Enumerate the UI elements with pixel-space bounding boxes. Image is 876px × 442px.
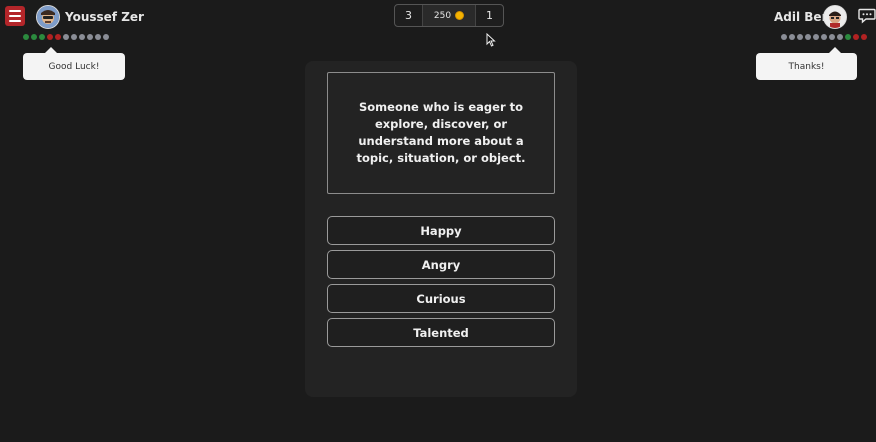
progress-dot-gray — [103, 34, 109, 40]
progress-dot-red — [861, 34, 867, 40]
coin-icon — [455, 11, 465, 20]
progress-dot-green — [845, 34, 851, 40]
progress-dot-gray — [805, 34, 811, 40]
progress-dot-gray — [797, 34, 803, 40]
progress-dot-red — [47, 34, 53, 40]
question-prompt-box: Someone who is eager to explore, discove… — [327, 72, 555, 194]
avatar-left-player — [36, 5, 60, 29]
menu-button[interactable] — [5, 6, 25, 26]
answer-option-curious[interactable]: Curious — [327, 284, 555, 313]
progress-dot-gray — [95, 34, 101, 40]
left-player-name: Youssef Zer — [65, 10, 144, 24]
right-player-name: Adil Ben — [774, 10, 831, 24]
progress-dot-green — [31, 34, 37, 40]
right-player-message-bubble: Thanks! — [756, 47, 857, 80]
right-player-score: 1 — [475, 5, 503, 26]
progress-dot-gray — [837, 34, 843, 40]
progress-dot-gray — [87, 34, 93, 40]
left-player-message: Good Luck! — [48, 61, 100, 72]
left-player-progress-dots — [23, 34, 109, 40]
pot-amount: 250 — [433, 10, 452, 21]
chat-bubble-icon[interactable] — [858, 8, 876, 24]
progress-dot-red — [55, 34, 61, 40]
answer-option-talented[interactable]: Talented — [327, 318, 555, 347]
progress-dot-gray — [79, 34, 85, 40]
game-screen: Youssef Zer Good Luck! 3 250 1 Adil Ben — [0, 0, 876, 442]
avatar-right-player — [823, 5, 847, 29]
progress-dot-gray — [813, 34, 819, 40]
right-player-progress-dots — [781, 34, 867, 40]
answer-option-happy[interactable]: Happy — [327, 216, 555, 245]
progress-dot-gray — [829, 34, 835, 40]
question-prompt: Someone who is eager to explore, discove… — [356, 100, 526, 165]
progress-dot-gray — [789, 34, 795, 40]
progress-dot-gray — [71, 34, 77, 40]
progress-dot-gray — [781, 34, 787, 40]
progress-dot-green — [23, 34, 29, 40]
progress-dot-red — [853, 34, 859, 40]
left-player-score: 3 — [395, 5, 423, 26]
right-player-message: Thanks! — [788, 61, 825, 72]
score-board: 3 250 1 — [394, 4, 504, 27]
pot-display: 250 — [423, 5, 475, 26]
progress-dot-green — [39, 34, 45, 40]
mouse-cursor-icon — [486, 33, 496, 47]
left-player-message-bubble: Good Luck! — [23, 47, 125, 80]
progress-dot-gray — [821, 34, 827, 40]
hamburger-line — [9, 20, 21, 22]
progress-dot-gray — [63, 34, 69, 40]
hamburger-line — [9, 15, 21, 17]
hamburger-icon — [9, 10, 21, 12]
answer-option-angry[interactable]: Angry — [327, 250, 555, 279]
